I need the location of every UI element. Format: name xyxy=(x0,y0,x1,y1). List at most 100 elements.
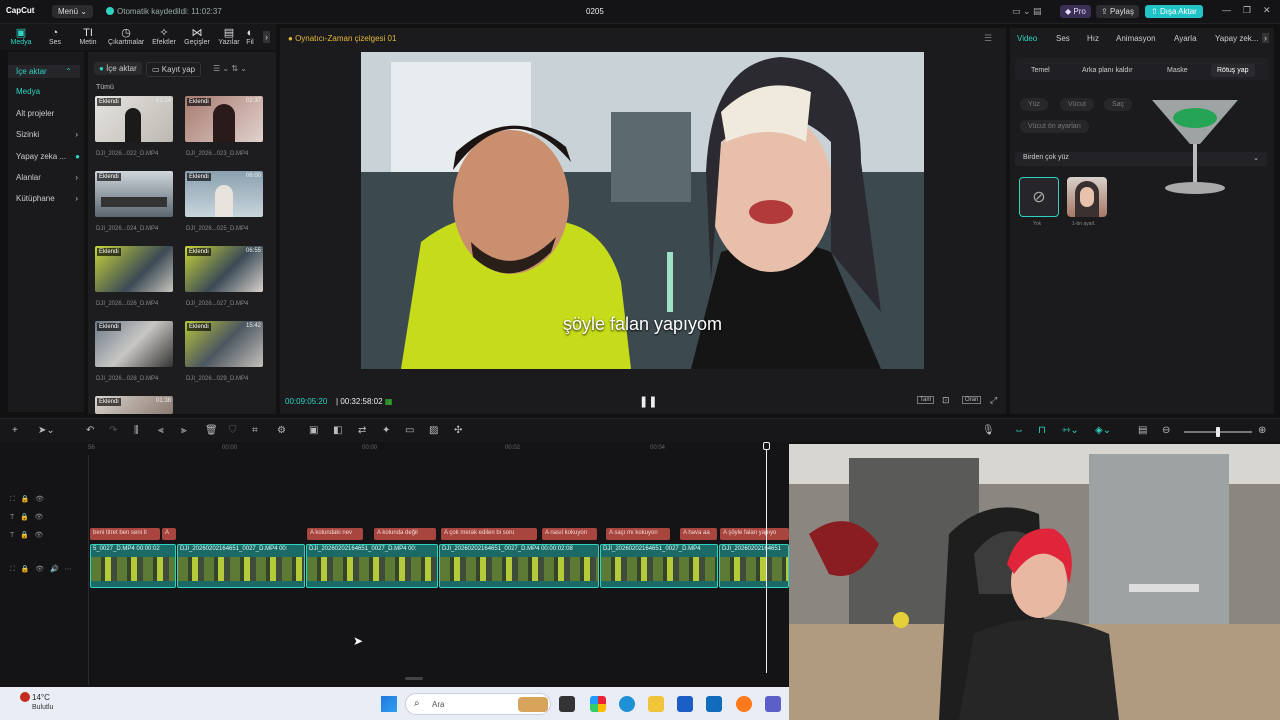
image-icon[interactable]: ▨ xyxy=(429,425,438,436)
caption-clip[interactable]: A şöyle falan yapıyo xyxy=(720,528,789,540)
zoom-in-icon[interactable]: ⊕ xyxy=(1258,425,1266,436)
tool-media[interactable]: ▣ Medya xyxy=(4,27,38,46)
subtab-mask[interactable]: Maske xyxy=(1161,64,1194,77)
tab-audio[interactable]: Ses xyxy=(1056,34,1070,43)
tool-stickers[interactable]: ◷ Çıkartmalar xyxy=(108,27,144,46)
tab-adjust[interactable]: Ayarla xyxy=(1174,34,1197,43)
caption-clip[interactable]: A xyxy=(162,528,176,540)
edge-icon[interactable] xyxy=(619,696,635,712)
mirror-icon[interactable]: ⇄ xyxy=(358,425,366,436)
pill-face[interactable]: Yüz xyxy=(1020,98,1049,111)
tool-audio[interactable]: ◔ Ses xyxy=(38,27,72,46)
sidebar-item-subprojects[interactable]: Alt projeler xyxy=(16,109,54,118)
caption-clip[interactable]: A kolundaki nev xyxy=(307,528,363,540)
track-controls-3[interactable]: T 🔒 👁 xyxy=(10,531,43,539)
tool-effects[interactable]: ✧ Efektler xyxy=(147,27,181,46)
tab-speed[interactable]: Hız xyxy=(1087,34,1099,43)
linkage-icon[interactable]: ⇿⌄ xyxy=(1062,425,1079,436)
subtab-basic[interactable]: Temel xyxy=(1025,64,1056,77)
track-controls-2[interactable]: T 🔒 👁 xyxy=(10,513,43,521)
delete-icon[interactable]: 🗑 xyxy=(205,425,218,436)
pill-body-presets[interactable]: Vücut ön ayarları xyxy=(1020,120,1089,133)
layout-icon[interactable]: ▭ ⌄ ▤ xyxy=(1012,6,1042,17)
pause-icon[interactable]: ❚❚ xyxy=(639,395,657,408)
video-preview[interactable]: şöyle falan yapıyom xyxy=(361,52,924,369)
split-icon[interactable]: ⫼ xyxy=(134,425,139,436)
tab-animation[interactable]: Animasyon xyxy=(1116,34,1156,43)
select-tool-icon[interactable]: ➤⌄ xyxy=(38,425,55,436)
zoom-out-icon[interactable]: ⊖ xyxy=(1162,425,1170,436)
redo-icon[interactable]: ↷ xyxy=(109,425,117,436)
no-face-option[interactable]: ⊘ xyxy=(1019,177,1059,217)
add-icon[interactable]: + xyxy=(12,425,18,436)
caption-clip[interactable]: A çok merak edilen bi soru xyxy=(441,528,537,540)
fit-icon[interactable]: ▭ xyxy=(405,425,414,436)
reverse-icon[interactable]: ◧ xyxy=(333,425,342,436)
crop-icon[interactable]: ⌗ xyxy=(252,425,258,436)
video-clip[interactable]: DJI_20260202164651_0027_D.MP4 00: xyxy=(306,544,438,588)
media-thumb-5[interactable]: Eklendi xyxy=(95,246,173,292)
sidebar-item-library[interactable]: Kütüphane › xyxy=(16,194,78,203)
zoom-slider-handle[interactable] xyxy=(1216,427,1220,437)
tool-filters[interactable]: ◐ Fil xyxy=(240,27,260,46)
screenshot-icon[interactable]: ⊡ xyxy=(942,395,950,406)
undo-icon[interactable]: ↶ xyxy=(86,425,94,436)
caption-clip[interactable]: A nasıl kokuyon xyxy=(542,528,597,540)
mark-icon[interactable]: ⛉ xyxy=(229,425,237,436)
sidebar-item-yours[interactable]: Sizinki › xyxy=(16,130,78,139)
caption-clip[interactable]: beni titret ben seni ti xyxy=(90,528,160,540)
playhead[interactable] xyxy=(763,442,770,673)
share-button[interactable]: ⇪ Paylaş xyxy=(1096,5,1139,18)
sidebar-item-spaces[interactable]: Alanlar › xyxy=(16,173,78,182)
link-clips-icon[interactable]: ⇔ xyxy=(1014,425,1024,436)
track-controls-1[interactable]: ⛶ 🔒 👁 xyxy=(10,495,44,504)
video-clip[interactable]: DJI_20260202164651_0027_D.MP4 00: xyxy=(177,544,305,588)
full-quality-button[interactable]: Tam xyxy=(917,396,935,404)
chevron-right-icon[interactable]: › xyxy=(263,31,270,43)
copilot-icon[interactable] xyxy=(590,696,606,712)
preview-axis-icon[interactable]: ◈⌄ xyxy=(1095,425,1111,436)
pill-hair[interactable]: Saç xyxy=(1104,98,1133,111)
task-view-icon[interactable] xyxy=(559,696,575,712)
media-thumb-9[interactable]: Eklendi 01:38 xyxy=(95,396,173,414)
subtab-remove-bg[interactable]: Arka planı kaldır xyxy=(1076,64,1139,77)
media-thumb-2[interactable]: Eklendi 02:37 xyxy=(185,96,263,142)
chevron-right-icon[interactable]: › xyxy=(1262,33,1269,43)
outlook-icon[interactable] xyxy=(706,696,722,712)
magic-icon[interactable]: ✦ xyxy=(382,425,390,436)
media-thumb-8[interactable]: Eklendi 15:42 xyxy=(185,321,263,367)
sidebar-item-media[interactable]: Medya xyxy=(16,87,40,96)
record-button[interactable]: ▭ Kayıt yap xyxy=(146,62,202,77)
media-thumb-4[interactable]: Eklendi 06:00 xyxy=(185,171,263,217)
windows-start-icon[interactable] xyxy=(381,696,397,712)
tool-transitions[interactable]: ⋈ Geçişler xyxy=(180,27,214,46)
tab-ai[interactable]: Yapay zek... xyxy=(1215,34,1263,43)
media-thumb-3[interactable]: Eklendi xyxy=(95,171,173,217)
pro-button[interactable]: ◆ Pro xyxy=(1060,5,1091,18)
split-left-icon[interactable]: ⫷ xyxy=(158,425,164,436)
sidebar-item-ai[interactable]: Yapay zeka ... ● xyxy=(16,152,80,161)
face-option-1[interactable] xyxy=(1067,177,1107,217)
tab-video[interactable]: Video xyxy=(1017,34,1037,43)
minimize-icon[interactable]: — xyxy=(1222,5,1231,15)
taskbar-search[interactable]: ⌕ Ara xyxy=(405,693,551,715)
teams-icon[interactable] xyxy=(765,696,781,712)
adjust-icon[interactable]: ⚙ xyxy=(277,425,286,436)
media-thumb-1[interactable]: Eklendi 01:24 xyxy=(95,96,173,142)
export-button[interactable]: ⇧ Dışa Aktar xyxy=(1145,5,1203,18)
stabilize-icon[interactable]: ✣ xyxy=(454,425,462,436)
caption-clip[interactable]: A kolunda değil xyxy=(374,528,436,540)
pill-body[interactable]: Vücut xyxy=(1060,98,1094,111)
captions-toggle-icon[interactable]: ▤ xyxy=(1138,425,1147,436)
timeline-scrollbar[interactable] xyxy=(405,677,423,680)
video-clip[interactable]: DJI_20260202164651_0027_D.MP4 xyxy=(600,544,718,588)
caption-clip[interactable]: A saçı mı kokuyon xyxy=(606,528,670,540)
fullscreen-icon[interactable]: ⤢ xyxy=(990,395,997,406)
store-icon[interactable] xyxy=(677,696,693,712)
freeze-icon[interactable]: ▣ xyxy=(309,425,318,436)
tool-text[interactable]: TI Metin xyxy=(71,27,105,46)
firefox-icon[interactable] xyxy=(736,696,752,712)
menu-button[interactable]: Menü ⌄ xyxy=(52,5,93,18)
subtab-retouch[interactable]: Rötuş yap xyxy=(1211,64,1255,77)
video-clip[interactable]: DJI_20260202164651 xyxy=(719,544,789,588)
